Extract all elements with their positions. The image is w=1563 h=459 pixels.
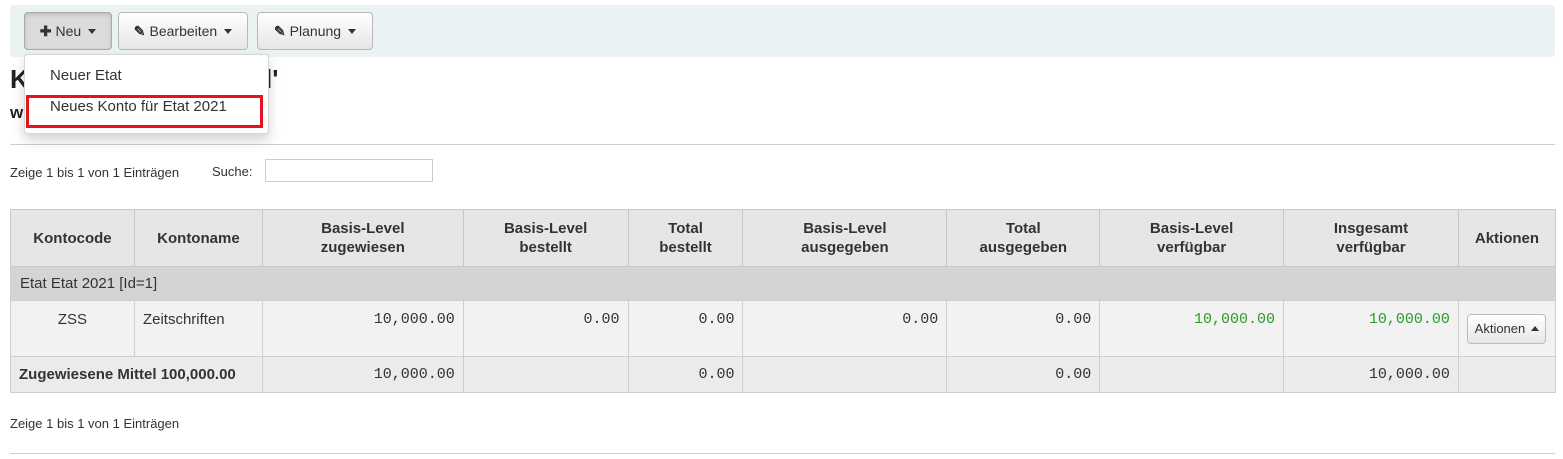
caret-down-icon	[224, 28, 233, 34]
new-dropdown-button[interactable]: ✚ Neu	[24, 12, 112, 50]
caret-down-icon	[348, 28, 357, 34]
actions-cell: Aktionen	[1457, 300, 1557, 357]
actions-button[interactable]: Aktionen	[1467, 313, 1547, 344]
divider	[10, 144, 1555, 145]
column-header-code[interactable]: Kontocode	[10, 209, 135, 267]
base-ordered-cell: 0.00	[462, 300, 629, 357]
caret-up-icon	[1531, 326, 1540, 331]
column-header-total-ordered[interactable]: Total bestellt	[627, 209, 744, 267]
total-ordered-sum-cell: 0.00	[627, 356, 744, 393]
column-header-base-spent[interactable]: Basis-Level ausgegeben	[742, 209, 948, 267]
edit-button-label: Bearbeiten	[149, 23, 218, 39]
total-label: Zugewiesene Mittel 100,000.00	[10, 356, 263, 393]
column-header-base-allocated[interactable]: Basis-Level zugewiesen	[261, 209, 464, 267]
base-allocated-cell: 10,000.00	[261, 300, 464, 357]
divider	[10, 453, 1555, 454]
pencil-icon: ✎	[273, 22, 286, 39]
total-empty-cell	[462, 356, 629, 393]
planning-dropdown-button[interactable]: ✎ Planung	[257, 12, 373, 50]
planning-button-label: Planung	[289, 23, 342, 39]
total-row: Zugewiesene Mittel 100,000.00 10,000.00 …	[10, 356, 1557, 393]
budget-group-label: Etat Etat 2021 [Id=1]	[10, 266, 1556, 301]
total-empty-cell	[742, 356, 948, 393]
new-dropdown-menu: Neuer Etat Neues Konto für Etat 2021	[24, 54, 269, 134]
search-input[interactable]	[265, 159, 433, 182]
column-header-total-spent[interactable]: Total ausgegeben	[946, 209, 1101, 267]
base-available-cell: 10,000.00	[1099, 300, 1285, 357]
total-empty-cell	[1099, 356, 1285, 393]
total-ordered-cell: 0.00	[627, 300, 744, 357]
total-empty-cell	[1457, 356, 1557, 393]
pencil-icon: ✎	[133, 22, 146, 39]
table-info-bottom: Zeige 1 bis 1 von 1 Einträgen	[10, 416, 180, 431]
new-button-label: Neu	[55, 23, 82, 39]
caret-down-icon	[88, 28, 97, 34]
base-spent-cell: 0.00	[742, 300, 948, 357]
total-allocated-cell: 10,000.00	[261, 356, 464, 393]
page-subtitle: w	[10, 103, 24, 122]
edit-dropdown-button[interactable]: ✎ Bearbeiten	[118, 12, 248, 50]
total-spent-sum-cell: 0.00	[946, 356, 1101, 393]
column-header-total-available[interactable]: Insgesamt verfügbar	[1283, 209, 1459, 267]
menu-item-new-fund[interactable]: Neues Konto für Etat 2021	[50, 98, 227, 115]
budget-group-row: Etat Etat 2021 [Id=1]	[10, 266, 1556, 301]
table-header-row: Kontocode Kontoname Basis-Level zugewiese…	[10, 209, 1557, 267]
search-label: Suche:	[212, 164, 253, 179]
fund-name-cell: Zeitschriften	[133, 300, 263, 357]
column-header-name[interactable]: Kontoname	[133, 209, 263, 267]
column-header-actions: Aktionen	[1457, 209, 1557, 267]
total-available-cell: 10,000.00	[1283, 300, 1459, 357]
table-info-top: Zeige 1 bis 1 von 1 Einträgen	[10, 165, 180, 180]
total-spent-cell: 0.00	[946, 300, 1101, 357]
column-header-base-available[interactable]: Basis-Level verfügbar	[1099, 209, 1285, 267]
actions-button-label: Aktionen	[1474, 321, 1526, 336]
table-row: ZSS Zeitschriften 10,000.00 0.00 0.00 0.…	[10, 300, 1557, 357]
menu-item-new-budget[interactable]: Neuer Etat	[50, 67, 122, 84]
column-header-base-ordered[interactable]: Basis-Level bestellt	[462, 209, 629, 267]
plus-icon: ✚	[39, 22, 52, 39]
total-available-sum-cell: 10,000.00	[1283, 356, 1459, 393]
fund-code-cell: ZSS	[10, 300, 135, 357]
funds-table: Kontocode Kontoname Basis-Level zugewiese…	[10, 209, 1557, 393]
